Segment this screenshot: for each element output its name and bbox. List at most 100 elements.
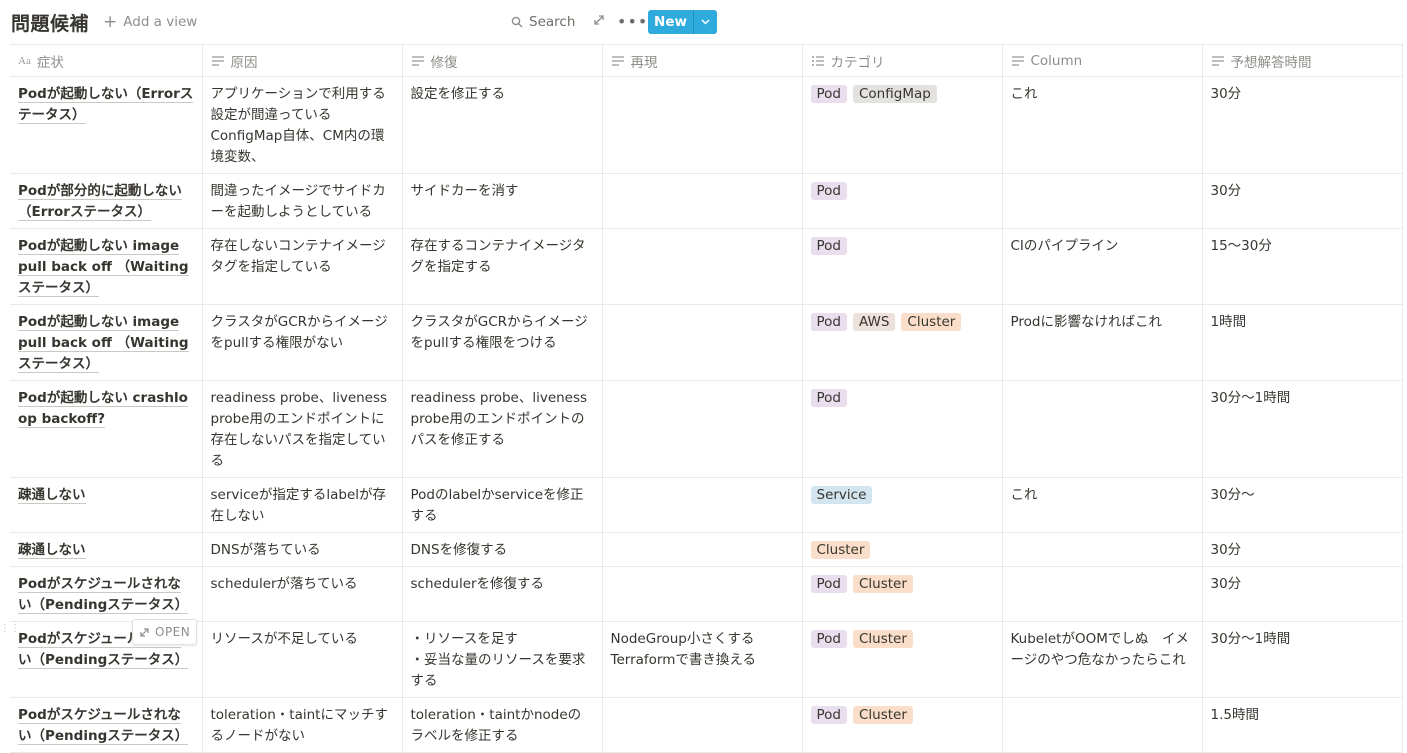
- fix-cell[interactable]: Podのlabelかserviceを修正する: [402, 477, 603, 533]
- category-cell[interactable]: Pod ConfigMap: [802, 76, 1003, 174]
- category-cell[interactable]: Pod: [802, 380, 1003, 478]
- time-cell[interactable]: 30分〜1時間: [1202, 380, 1403, 478]
- repro-cell[interactable]: [602, 380, 803, 478]
- new-dropdown-button[interactable]: [694, 10, 717, 34]
- expand-icon[interactable]: [592, 13, 606, 27]
- plus-icon: +: [103, 12, 118, 32]
- column-header[interactable]: 修復: [402, 44, 603, 77]
- time-cell[interactable]: 30分〜: [1202, 477, 1403, 533]
- symptom-cell[interactable]: Podが起動しない crashloop backoff?: [10, 380, 203, 478]
- table-row[interactable]: Podがスケジュールされない（Pendingステータス） toleration・t…: [10, 697, 1403, 753]
- cause-cell[interactable]: クラスタがGCRからイメージをpullする権限がない: [202, 304, 403, 381]
- time-cell[interactable]: 30分: [1202, 76, 1403, 174]
- symptom-cell[interactable]: Podがスケジュールされない（Pendingステータス）: [10, 566, 203, 622]
- category-cell[interactable]: Pod: [802, 228, 1003, 305]
- symptom-cell[interactable]: Podが起動しない（Errorステータス）: [10, 76, 203, 174]
- fix-cell[interactable]: schedulerを修復する: [402, 566, 603, 622]
- column-header[interactable]: 再現: [602, 44, 803, 77]
- column-cell[interactable]: [1002, 697, 1203, 753]
- time-cell[interactable]: 15〜30分: [1202, 228, 1403, 305]
- category-cell[interactable]: Cluster: [802, 532, 1003, 567]
- cause-cell[interactable]: DNSが落ちている: [202, 532, 403, 567]
- new-button[interactable]: New: [648, 10, 717, 34]
- cause-cell[interactable]: 存在しないコンテナイメージタグを指定している: [202, 228, 403, 305]
- column-cell[interactable]: これ: [1002, 76, 1203, 174]
- category-cell[interactable]: Service: [802, 477, 1003, 533]
- cause-cell[interactable]: readiness probe、liveness probe用のエンドポイントに…: [202, 380, 403, 478]
- repro-cell[interactable]: [602, 566, 803, 622]
- table-row[interactable]: 疎通しない serviceが指定するlabelが存在しない Podのlabelかse…: [10, 477, 1403, 533]
- column-cell[interactable]: [1002, 173, 1203, 229]
- repro-cell[interactable]: [602, 477, 803, 533]
- column-cell[interactable]: [1002, 532, 1203, 567]
- table-row[interactable]: Podがスケジュールされない（Pendingステータス） schedulerが落ち…: [10, 566, 1403, 622]
- cause-cell[interactable]: serviceが指定するlabelが存在しない: [202, 477, 403, 533]
- time-cell[interactable]: 30分: [1202, 173, 1403, 229]
- page-title[interactable]: 問題候補: [11, 9, 89, 36]
- table-row[interactable]: Podが起動しない crashloop backoff? readiness pr…: [10, 380, 1403, 478]
- column-header[interactable]: カテゴリ: [802, 44, 1003, 77]
- cause-cell[interactable]: toleration・taintにマッチするノードがない: [202, 697, 403, 753]
- column-cell[interactable]: KubeletがOOMでしぬ イメージのやつ危なかったらこれ: [1002, 621, 1203, 698]
- repro-cell[interactable]: [602, 304, 803, 381]
- symptom-cell[interactable]: 疎通しない: [10, 477, 203, 533]
- cause-cell[interactable]: 間違ったイメージでサイドカーを起動しようとしている: [202, 173, 403, 229]
- repro-cell[interactable]: [602, 173, 803, 229]
- column-header[interactable]: Column: [1002, 44, 1203, 77]
- add-view-button[interactable]: + Add a view: [103, 12, 197, 32]
- column-header[interactable]: 原因: [202, 44, 403, 77]
- column-cell[interactable]: CIのパイプライン: [1002, 228, 1203, 305]
- time-cell[interactable]: 30分: [1202, 532, 1403, 567]
- column-cell[interactable]: これ: [1002, 477, 1203, 533]
- symptom-cell[interactable]: Podがスケジュールされない（Pendingステータス）: [10, 697, 203, 753]
- category-cell[interactable]: Pod AWS Cluster: [802, 304, 1003, 381]
- fix-cell[interactable]: readiness probe、liveness probe用のエンドポイントの…: [402, 380, 603, 478]
- time-cell[interactable]: 1.5時間: [1202, 697, 1403, 753]
- time-cell[interactable]: 30分〜1時間: [1202, 621, 1403, 698]
- symptom-cell[interactable]: 疎通しない: [10, 532, 203, 567]
- table-row[interactable]: 疎通しない DNSが落ちている DNSを修復する Cluster 30分: [10, 532, 1403, 567]
- symptom-cell[interactable]: Podが起動しない image pull back off （Waitingステ…: [10, 228, 203, 305]
- category-cell[interactable]: Pod Cluster: [802, 697, 1003, 753]
- cause-cell[interactable]: schedulerが落ちている: [202, 566, 403, 622]
- repro-cell[interactable]: [602, 532, 803, 567]
- open-page-button[interactable]: OPEN: [132, 619, 198, 645]
- search-button[interactable]: Search: [511, 14, 575, 30]
- table-row[interactable]: Podが起動しない image pull back off （Waitingステ…: [10, 228, 1403, 305]
- time-cell[interactable]: 30分: [1202, 566, 1403, 622]
- repro-cell[interactable]: [602, 697, 803, 753]
- repro-cell[interactable]: NodeGroup小さくする Terraformで書き換える: [602, 621, 803, 698]
- column-header[interactable]: 予想解答時間: [1202, 44, 1403, 77]
- symptom-cell-text: Podがスケジュールされない（Pendingステータス）: [18, 707, 189, 745]
- table-row[interactable]: Podが起動しない（Errorステータス） アプリケーションで利用する設定が間違っ…: [10, 76, 1403, 174]
- more-options-icon[interactable]: •••: [617, 12, 648, 31]
- fix-cell[interactable]: toleration・taintかnodeのラベルを修正する: [402, 697, 603, 753]
- fix-cell[interactable]: ・リソースを足す ・妥当な量のリソースを要求する: [402, 621, 603, 698]
- fix-cell[interactable]: DNSを修復する: [402, 532, 603, 567]
- symptom-cell[interactable]: Podが起動しない image pull back off （Waitingステ…: [10, 304, 203, 381]
- table-row[interactable]: Podが部分的に起動しない（Errorステータス） 間違ったイメージでサイドカーを…: [10, 173, 1403, 229]
- category-cell[interactable]: Pod Cluster: [802, 621, 1003, 698]
- table-row[interactable]: Podがスケジュールされない（Pendingステータス） リソースが不足している・…: [10, 621, 1403, 698]
- repro-cell[interactable]: [602, 228, 803, 305]
- drag-handle-icon[interactable]: ⋮⋮: [0, 623, 20, 634]
- cause-cell[interactable]: アプリケーションで利用する設定が間違っている ConfigMap自体、CM内の環…: [202, 76, 403, 174]
- time-cell[interactable]: 1時間: [1202, 304, 1403, 381]
- fix-cell-text: 存在するコンテナイメージタグを指定する: [410, 238, 586, 275]
- fix-cell[interactable]: クラスタがGCRからイメージをpullする権限をつける: [402, 304, 603, 381]
- repro-cell[interactable]: [602, 76, 803, 174]
- column-cell[interactable]: [1002, 380, 1203, 478]
- category-cell[interactable]: Pod: [802, 173, 1003, 229]
- fix-cell[interactable]: サイドカーを消す: [402, 173, 603, 229]
- column-header[interactable]: Aa 症状: [10, 44, 203, 77]
- category-cell[interactable]: Pod Cluster: [802, 566, 1003, 622]
- fix-cell-text: DNSを修復する: [410, 542, 508, 558]
- column-cell[interactable]: Prodに影響なければこれ: [1002, 304, 1203, 381]
- symptom-cell[interactable]: Podが部分的に起動しない（Errorステータス）: [10, 173, 203, 229]
- fix-cell[interactable]: 設定を修正する: [402, 76, 603, 174]
- column-cell[interactable]: [1002, 566, 1203, 622]
- fix-cell[interactable]: 存在するコンテナイメージタグを指定する: [402, 228, 603, 305]
- cause-cell[interactable]: リソースが不足している: [202, 621, 403, 698]
- column-header-label: 修復: [430, 54, 458, 71]
- table-row[interactable]: Podが起動しない image pull back off （Waitingステ…: [10, 304, 1403, 381]
